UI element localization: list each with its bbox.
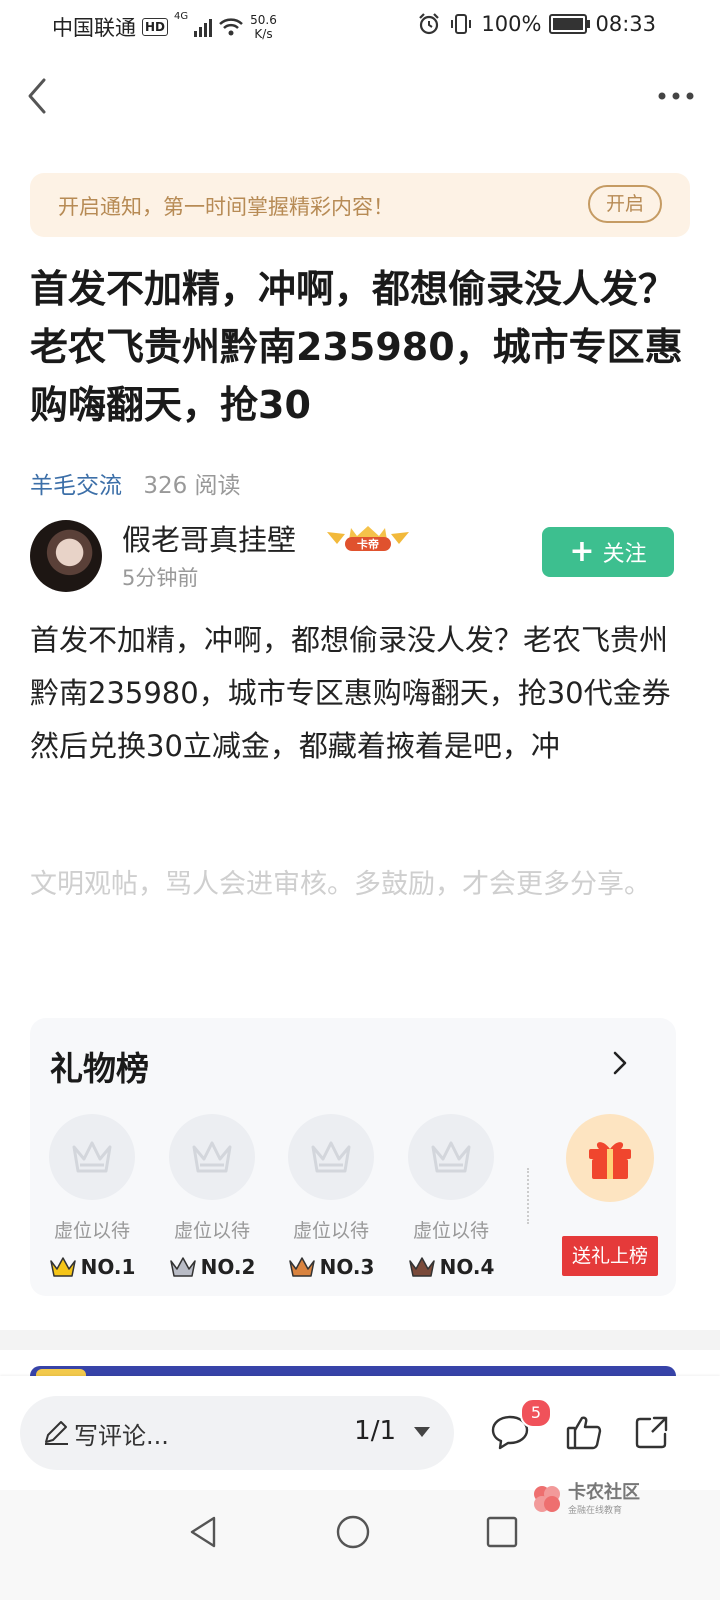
- bottom-action-bar: 写评论... 1/1 5: [0, 1376, 720, 1490]
- level-badge-text: 卡帝: [357, 537, 379, 551]
- follow-label: 关注: [602, 542, 647, 567]
- vibrate-icon: [451, 14, 472, 34]
- rank-number: NO.4: [439, 1255, 495, 1279]
- slot-placeholder: 虚位以待: [412, 1220, 489, 1242]
- net-speed-value: 50.6: [250, 13, 277, 27]
- rank-number: NO.3: [319, 1255, 375, 1279]
- nav-back-icon[interactable]: [184, 1512, 224, 1552]
- rank-label: NO.2: [168, 1255, 256, 1279]
- watermark-subtitle: 金融在线教育: [568, 1505, 623, 1516]
- read-count: 326 阅读: [143, 473, 241, 499]
- back-icon[interactable]: [18, 74, 58, 118]
- comment-count-badge: 5: [520, 1398, 552, 1428]
- nav-home-icon[interactable]: [333, 1512, 373, 1552]
- gift-slot-3[interactable]: 虚位以待 NO.3: [287, 1114, 375, 1279]
- battery-percent: 100%: [481, 12, 542, 36]
- clock: 08:33: [595, 12, 656, 36]
- civility-note: 文明观帖，骂人会进审核。多鼓励，才会更多分享。: [30, 869, 651, 900]
- post-meta: 羊毛交流 326 阅读: [30, 466, 241, 500]
- alarm-icon: [419, 13, 440, 35]
- notification-text: 开启通知，第一时间掌握精彩内容！: [58, 195, 394, 219]
- battery-icon: [549, 14, 591, 34]
- crown-outline-icon: [192, 1141, 232, 1173]
- network-type: 4G: [174, 11, 189, 22]
- bronze-crown-icon: [288, 1257, 315, 1277]
- author-name[interactable]: 假老哥真挂壁: [122, 517, 296, 559]
- thumbs-up-icon[interactable]: [564, 1412, 604, 1452]
- caret-down-icon[interactable]: [414, 1427, 430, 1437]
- gift-button[interactable]: [566, 1114, 654, 1202]
- net-speed: 50.6 K/s: [250, 13, 277, 41]
- page-indicator[interactable]: 1/1: [354, 1416, 396, 1446]
- slot-placeholder: 虚位以待: [173, 1220, 250, 1242]
- more-icon[interactable]: [654, 78, 698, 114]
- empty-slot-avatar: [169, 1114, 255, 1200]
- signal-icon: [194, 17, 213, 37]
- gift-icon: [589, 1142, 631, 1179]
- status-right: 100% 08:33: [417, 12, 656, 36]
- silver-crown-icon: [169, 1257, 196, 1277]
- share-icon[interactable]: [632, 1412, 672, 1452]
- gift-slot-2[interactable]: 虚位以待 NO.2: [168, 1114, 256, 1279]
- comment-input[interactable]: 写评论... 1/1: [20, 1396, 454, 1470]
- crown-outline-icon: [72, 1141, 112, 1173]
- slot-placeholder: 虚位以待: [292, 1220, 369, 1242]
- post-time: 5分钟前: [122, 566, 199, 590]
- empty-slot-avatar: [49, 1114, 135, 1200]
- crown-outline-icon: [431, 1141, 471, 1173]
- gift-leaderboard: 礼物榜 虚位以待 NO.1 虚位以待 NO.2 虚位以待 NO.3 虚位以待 N…: [30, 1018, 676, 1296]
- empty-slot-avatar: [408, 1114, 494, 1200]
- status-bar: 中国联通 HD 4G 50.6 K/s 100% 08:33: [0, 0, 720, 50]
- divider: [527, 1168, 529, 1224]
- post-content: 首发不加精，冲啊，都想偷录没人发？老农飞贵州黔南235980，城市专区惠购嗨翻天…: [30, 623, 671, 763]
- rank-label: NO.4: [407, 1255, 495, 1279]
- nav-recents-icon[interactable]: [482, 1512, 522, 1552]
- rank-number: NO.1: [80, 1255, 136, 1279]
- empty-slot-avatar: [288, 1114, 374, 1200]
- watermark-logo: 卡农社区 金融在线教育: [530, 1482, 640, 1516]
- system-navigation-bar: 卡农社区 金融在线教育: [0, 1482, 720, 1600]
- net-speed-unit: K/s: [254, 27, 273, 41]
- enable-notification-button[interactable]: 开启: [588, 185, 662, 223]
- gift-board-title: 礼物榜: [50, 1049, 149, 1088]
- logo-icon: [534, 1486, 560, 1512]
- comment-placeholder: 写评论...: [74, 1422, 169, 1450]
- carrier-label: 中国联通: [52, 16, 136, 40]
- dark-crown-icon: [408, 1257, 435, 1277]
- rank-label: NO.3: [287, 1255, 375, 1279]
- plus-icon: +: [569, 534, 595, 569]
- notification-banner: 开启通知，第一时间掌握精彩内容！ 开启: [30, 173, 690, 237]
- follow-button[interactable]: + 关注: [542, 527, 674, 577]
- avatar[interactable]: [30, 520, 102, 592]
- chevron-right-icon[interactable]: [608, 1048, 632, 1078]
- category-link[interactable]: 羊毛交流: [30, 473, 122, 499]
- watermark-title: 卡农社区: [568, 1481, 640, 1503]
- wifi-icon: [219, 18, 243, 36]
- slot-placeholder: 虚位以待: [53, 1220, 130, 1242]
- gift-slot-4[interactable]: 虚位以待 NO.4: [407, 1114, 495, 1279]
- rank-number: NO.2: [200, 1255, 256, 1279]
- gold-crown-icon: [49, 1257, 76, 1277]
- hd-icon: HD: [142, 18, 169, 36]
- send-gift-button[interactable]: 送礼上榜: [562, 1236, 658, 1276]
- section-divider: [0, 1330, 720, 1350]
- post-title: 首发不加精，冲啊，都想偷录没人发？老农飞贵州黔南235980，城市专区惠购嗨翻天…: [30, 267, 683, 427]
- rank-label: NO.1: [48, 1255, 136, 1279]
- level-badge: 卡帝: [327, 526, 409, 551]
- status-left: 中国联通 HD 4G 50.6 K/s: [52, 12, 277, 42]
- gift-slot-1[interactable]: 虚位以待 NO.1: [48, 1114, 136, 1279]
- pencil-icon: [45, 1421, 68, 1445]
- crown-outline-icon: [311, 1141, 351, 1173]
